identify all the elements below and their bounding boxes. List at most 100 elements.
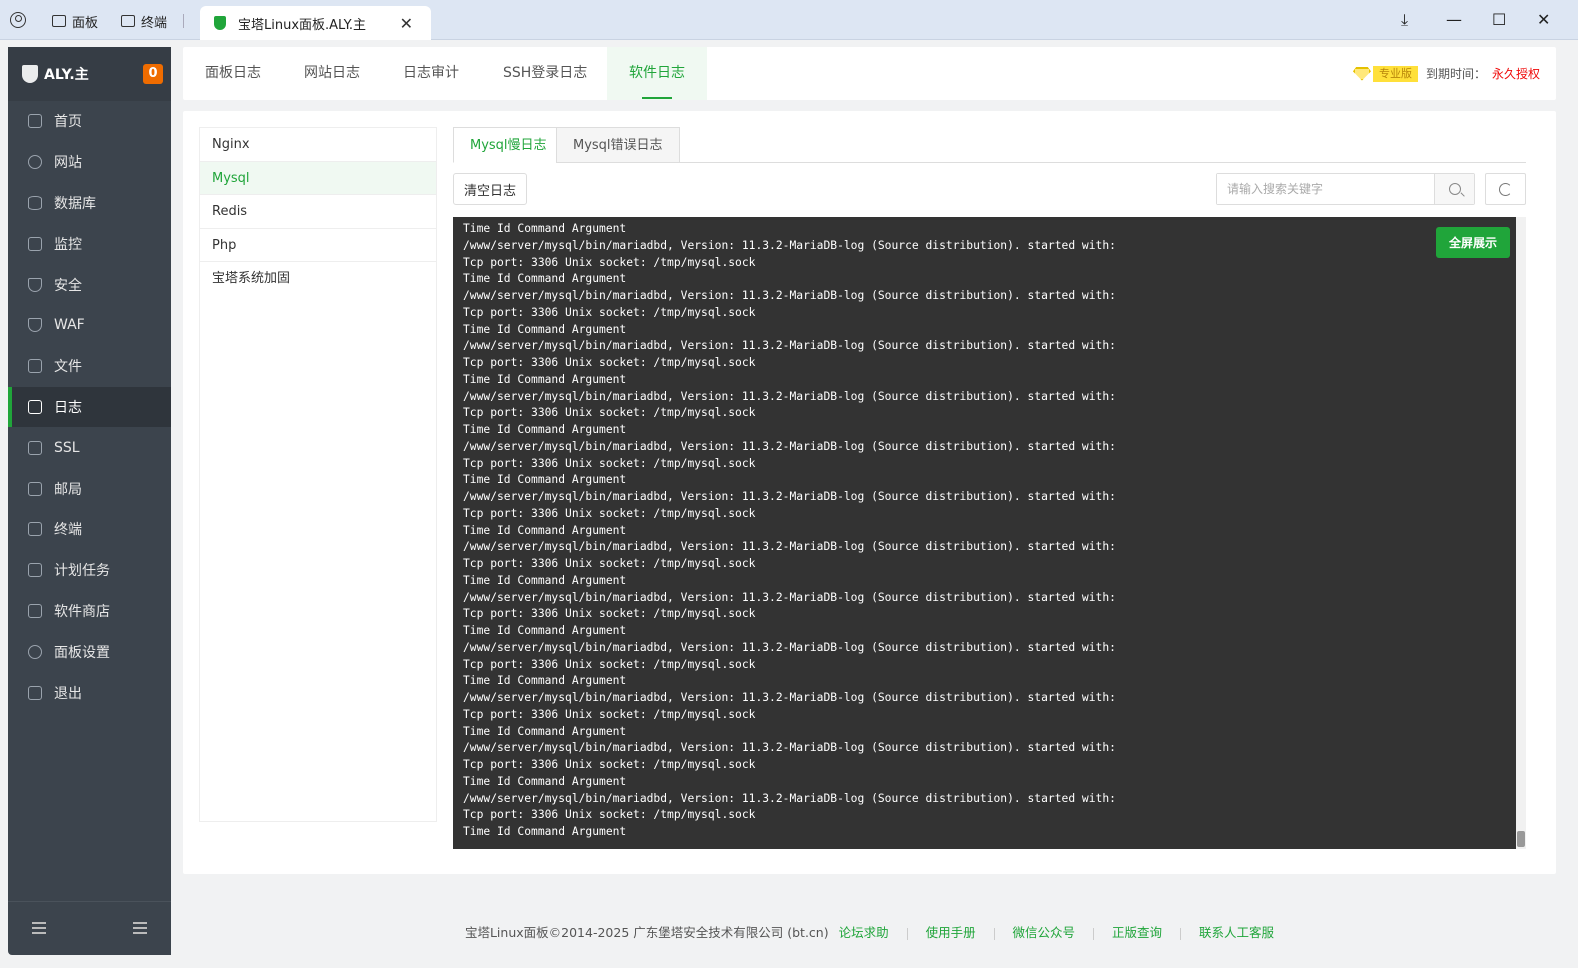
scrollbar-thumb[interactable]: [1517, 831, 1525, 847]
mysql-log-tabs: Mysql慢日志 Mysql错误日志: [453, 127, 1526, 163]
software-item-nginx[interactable]: Nginx: [200, 128, 436, 162]
sidebar-item-label: 网站: [54, 155, 82, 172]
tab-panel-log[interactable]: 面板日志: [183, 47, 283, 100]
maximize-icon[interactable]: ☐: [1492, 10, 1506, 29]
log-line: Tcp port: 3306 Unix socket: /tmp/mysql.s…: [463, 657, 756, 671]
software-item-php[interactable]: Php: [200, 229, 436, 263]
bt-shield-icon: [22, 65, 38, 83]
footer-divider: [1093, 927, 1095, 940]
footer-link-wechat[interactable]: 微信公众号: [1013, 925, 1076, 940]
sidebar-item-database[interactable]: 数据库: [8, 183, 171, 224]
log-scrollbar[interactable]: [1516, 217, 1526, 849]
search-box: [1216, 173, 1475, 205]
terminal-icon: [121, 15, 135, 27]
software-item-mysql[interactable]: Mysql: [200, 161, 436, 196]
expire-value[interactable]: 永久授权: [1492, 65, 1540, 82]
software-list: Nginx Mysql Redis Php 宝塔系统加固: [199, 127, 437, 822]
tab-website-log[interactable]: 网站日志: [282, 47, 382, 100]
close-tab-icon[interactable]: ✕: [400, 14, 413, 33]
clear-log-button[interactable]: 清空日志: [453, 173, 527, 205]
log-line: Time Id Command Argument: [463, 825, 627, 838]
diamond-icon: [1352, 66, 1371, 81]
search-icon[interactable]: [1434, 174, 1474, 204]
sidebar-item-label: WAF: [54, 317, 85, 334]
log-line: Tcp port: 3306 Unix socket: /tmp/mysql.s…: [463, 356, 756, 369]
sidebar-item-label: 安全: [54, 277, 82, 294]
sidebar-item-home[interactable]: 首页: [8, 101, 171, 142]
sidebar-item-terminal[interactable]: 终端: [8, 509, 171, 550]
log-line: /www/server/mysql/bin/mariadbd, Version:…: [463, 238, 1116, 252]
log-line: Time Id Command Argument: [463, 272, 627, 286]
sidebar-item-cron[interactable]: 计划任务: [8, 550, 171, 591]
sidebar-item-logout[interactable]: 退出: [8, 672, 171, 713]
sidebar-item-label: 文件: [54, 359, 82, 376]
sidebar-item-label: 数据库: [54, 195, 96, 212]
sidebar-item-label: 邮局: [54, 481, 82, 498]
log-line: Tcp port: 3306 Unix socket: /tmp/mysql.s…: [463, 758, 756, 771]
download-icon[interactable]: ⤓: [1401, 10, 1408, 30]
log-line: Time Id Command Argument: [463, 523, 627, 537]
sidebar-item-security[interactable]: 安全: [8, 264, 171, 305]
log-line: Time Id Command Argument: [463, 724, 627, 738]
sidebar-item-ssl[interactable]: SSL: [8, 427, 171, 468]
browser-tab-active[interactable]: 宝塔Linux面板.ALY.主 ✕: [200, 6, 431, 40]
log-line: /www/server/mysql/bin/mariadbd, Version:…: [463, 439, 1116, 453]
search-input[interactable]: [1217, 174, 1434, 204]
edition-badge[interactable]: 专业版: [1372, 65, 1418, 82]
log-line: Tcp port: 3306 Unix socket: /tmp/mysql.s…: [463, 255, 756, 269]
footer-link-verify[interactable]: 正版查询: [1112, 925, 1162, 940]
tab-ssh-log[interactable]: SSH登录日志: [481, 47, 609, 100]
sidebar-item-waf[interactable]: WAF: [8, 305, 171, 346]
software-item-hardening[interactable]: 宝塔系统加固: [200, 262, 436, 296]
sidebar-item-store[interactable]: 软件商店: [8, 591, 171, 632]
sidebar-item-label: SSL: [54, 439, 80, 456]
calendar-icon: [28, 563, 42, 578]
message-badge[interactable]: 0: [143, 64, 163, 84]
main-panel: Nginx Mysql Redis Php 宝塔系统加固 Mysql慢日志 My…: [183, 111, 1556, 874]
refresh-icon[interactable]: [1485, 173, 1526, 205]
sidebar-item-logs[interactable]: 日志: [8, 386, 171, 428]
log-line: Tcp port: 3306 Unix socket: /tmp/mysql.s…: [463, 808, 756, 822]
sidebar-item-website[interactable]: 网站: [8, 142, 171, 183]
collapse-sidebar-icon[interactable]: [32, 922, 46, 934]
browser-tab-label: 面板: [72, 15, 99, 31]
fullscreen-button[interactable]: 全屏展示: [1436, 227, 1510, 258]
log-line: /www/server/mysql/bin/mariadbd, Version:…: [463, 289, 1116, 302]
sidebar-header[interactable]: ALY.主 0: [8, 47, 171, 101]
gear-icon: [28, 644, 42, 659]
tab-software-log[interactable]: 软件日志: [607, 47, 707, 100]
log-line: Tcp port: 3306 Unix socket: /tmp/mysql.s…: [463, 456, 756, 470]
sidebar-item-label: 计划任务: [54, 563, 110, 580]
log-line: /www/server/mysql/bin/mariadbd, Version:…: [463, 791, 1116, 805]
tab-mysql-error-log[interactable]: Mysql错误日志: [556, 127, 680, 163]
footer-link-support[interactable]: 联系人工客服: [1199, 925, 1274, 940]
menu-list-icon[interactable]: [133, 922, 147, 934]
log-viewer[interactable]: Time Id Command Argument/www/server/mysq…: [453, 217, 1516, 849]
minimize-icon[interactable]: —: [1446, 10, 1462, 29]
close-window-icon[interactable]: ✕: [1537, 10, 1550, 29]
log-content: Time Id Command Argument/www/server/mysq…: [453, 217, 1516, 845]
tab-log-audit[interactable]: 日志审计: [381, 47, 481, 100]
footer-link-forum[interactable]: 论坛求助: [839, 925, 889, 940]
tab-mysql-slow-log[interactable]: Mysql慢日志: [453, 127, 564, 163]
sidebar-item-label: 终端: [54, 522, 82, 539]
software-item-redis[interactable]: Redis: [200, 195, 436, 229]
sidebar-item-files[interactable]: 文件: [8, 346, 171, 387]
globe-icon: [28, 155, 42, 170]
browser-tab-panel[interactable]: 面板: [52, 8, 98, 34]
sidebar-item-mail[interactable]: 邮局: [8, 468, 171, 509]
sidebar-item-monitor[interactable]: 监控: [8, 223, 171, 264]
log-line: Tcp port: 3306 Unix socket: /tmp/mysql.s…: [463, 506, 756, 520]
sidebar-item-settings[interactable]: 面板设置: [8, 631, 171, 672]
log-line: Time Id Command Argument: [463, 624, 627, 637]
log-line: Tcp port: 3306 Unix socket: /tmp/mysql.s…: [463, 607, 756, 621]
shield-icon: [28, 277, 42, 292]
browser-tab-terminal[interactable]: 终端: [121, 8, 167, 34]
expire-label: 到期时间：: [1425, 67, 1486, 81]
log-line: Time Id Command Argument: [463, 372, 627, 386]
footer-link-manual[interactable]: 使用手册: [926, 925, 976, 940]
log-line: /www/server/mysql/bin/mariadbd, Version:…: [463, 339, 1116, 353]
sidebar: ALY.主 0 首页 网站 数据库 监控 安全 WAF 文件 日志 SSL 邮局…: [8, 47, 171, 955]
log-line: Time Id Command Argument: [463, 774, 627, 788]
account-icon[interactable]: [10, 12, 26, 28]
